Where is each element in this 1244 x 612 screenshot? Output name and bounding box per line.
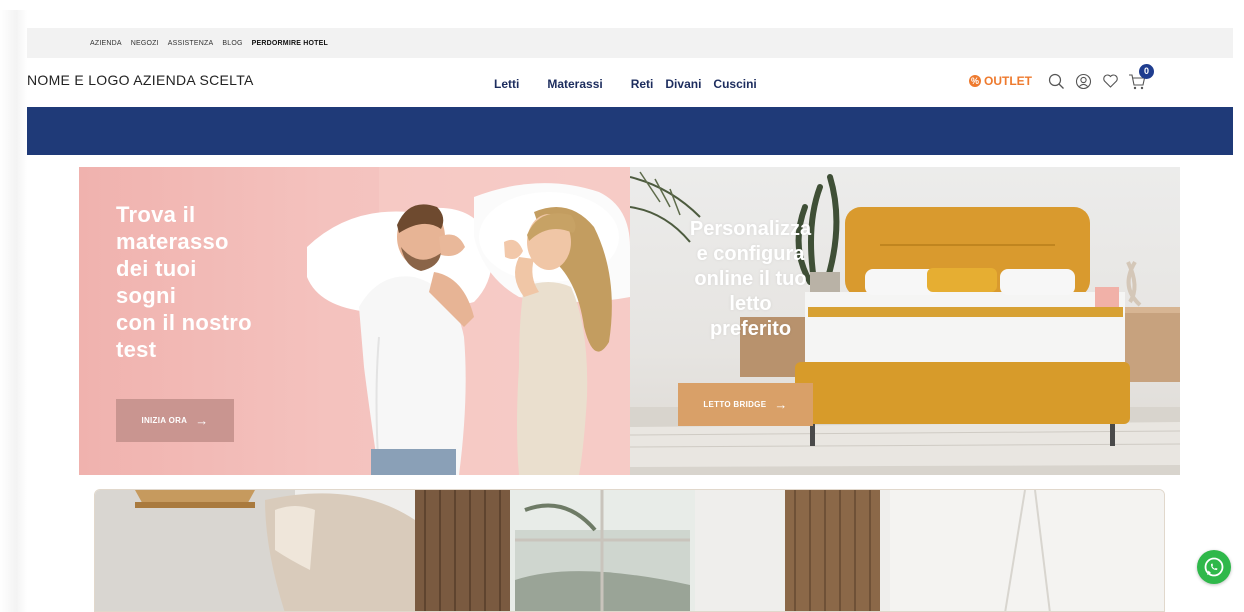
hero-left-headline: Trova il materasso dei tuoi sogni con il…	[116, 202, 252, 362]
arrow-right-icon: →	[195, 413, 209, 428]
utility-link-negozi[interactable]: NEGOZI	[131, 40, 159, 47]
percent-badge-icon: %	[969, 75, 981, 87]
utility-link-blog[interactable]: BLOG	[222, 40, 242, 47]
nav-item-reti[interactable]: Reti	[631, 77, 654, 91]
letto-bridge-button[interactable]: LETTO BRIDGE →	[678, 383, 813, 426]
heart-icon[interactable]	[1101, 72, 1119, 90]
page-edge	[0, 10, 27, 612]
hero-configure-bed[interactable]: Personalizza e configura online il tuo l…	[630, 167, 1180, 475]
nav-item-materassi[interactable]: Materassi	[547, 77, 602, 91]
user-icon[interactable]	[1074, 72, 1092, 90]
brand-logo[interactable]: NOME E LOGO AZIENDA SCELTA	[27, 72, 254, 88]
hero-right-headline: Personalizza e configura online il tuo l…	[689, 218, 812, 340]
page: AZIENDA NEGOZI ASSISTENZA BLOG PERDORMIR…	[0, 0, 1244, 612]
start-test-label: INIZIA ORA	[141, 416, 188, 425]
nav-item-letti[interactable]: Letti	[494, 77, 519, 91]
utility-link-assistenza[interactable]: ASSISTENZA	[168, 40, 214, 47]
arrow-right-icon: →	[774, 397, 788, 412]
letto-bridge-label: LETTO BRIDGE	[703, 400, 767, 409]
outlet-label: OUTLET	[984, 74, 1032, 88]
utility-link-hotel[interactable]: PERDORMIRE HOTEL	[252, 40, 328, 47]
cart-icon[interactable]: 0	[1128, 64, 1154, 90]
nav-item-divani[interactable]: Divani	[665, 77, 701, 91]
outlet-link[interactable]: % OUTLET	[969, 74, 1032, 88]
nav-item-cuscini[interactable]: Cuscini	[713, 77, 756, 91]
whatsapp-icon[interactable]	[1197, 550, 1231, 584]
header-icons: 0	[1047, 64, 1154, 90]
main-header: NOME E LOGO AZIENDA SCELTA Letti Materas…	[27, 58, 1233, 107]
start-test-button[interactable]: INIZIA ORA →	[116, 399, 234, 442]
cart-count-badge: 0	[1139, 64, 1154, 79]
bedroom-scene	[95, 490, 1164, 611]
main-nav: Letti Materassi Reti Divani Cuscini	[494, 77, 757, 91]
bedroom-banner-image[interactable]	[94, 489, 1165, 612]
promo-band	[27, 107, 1233, 155]
search-icon[interactable]	[1047, 72, 1065, 90]
utility-bar: AZIENDA NEGOZI ASSISTENZA BLOG PERDORMIR…	[27, 28, 1233, 58]
hero-mattress-test[interactable]: Trova il materasso dei tuoi sogni con il…	[79, 167, 630, 475]
utility-link-azienda[interactable]: AZIENDA	[90, 40, 122, 47]
